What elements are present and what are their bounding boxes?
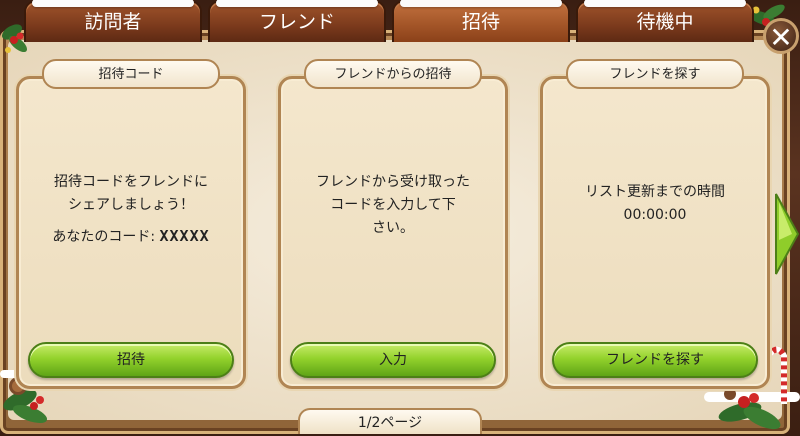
friend-invite-panel: フレンドからの招待 フレンドから受け取った コードを入力して下 さい。 入力 bbox=[278, 59, 508, 389]
page-indicator: 1/2ページ bbox=[298, 408, 482, 434]
tab-label: 訪問者 bbox=[84, 11, 142, 33]
message-line: リスト更新までの時間 bbox=[585, 184, 725, 200]
close-icon: ✕ bbox=[769, 21, 793, 54]
panel-message: リスト更新までの時間 00:00:00 bbox=[543, 181, 767, 227]
refresh-timer: 00:00:00 bbox=[623, 207, 687, 223]
find-friend-button[interactable]: フレンドを探す bbox=[552, 342, 758, 378]
tab-snow bbox=[400, 0, 562, 7]
panel-header: 招待コード bbox=[42, 59, 220, 89]
close-button[interactable]: ✕ bbox=[763, 18, 799, 54]
message-line: フレンドから受け取った bbox=[316, 174, 470, 190]
message-line: シェアしましょう！ bbox=[68, 197, 194, 213]
tab-snow bbox=[32, 0, 194, 7]
tab-snow bbox=[584, 0, 746, 7]
tab-label: フレンド bbox=[258, 11, 335, 33]
message-line: さい。 bbox=[372, 220, 414, 236]
tab-invite[interactable]: 招待 bbox=[392, 0, 570, 42]
tab-label: 招待 bbox=[461, 11, 500, 33]
tab-pending[interactable]: 待機中 bbox=[576, 0, 754, 42]
panel-header: フレンドからの招待 bbox=[304, 59, 482, 89]
message-line: コードを入力して下 bbox=[330, 197, 456, 213]
tab-bar: 訪問者 フレンド 招待 待機中 bbox=[24, 0, 754, 42]
panel-message: フレンドから受け取った コードを入力して下 さい。 bbox=[281, 171, 505, 240]
code-value: XXXXX bbox=[159, 227, 210, 245]
tab-visitors[interactable]: 訪問者 bbox=[24, 0, 202, 42]
invite-button[interactable]: 招待 bbox=[28, 342, 234, 378]
message-line: 招待コードをフレンドに bbox=[54, 174, 208, 190]
tab-snow bbox=[216, 0, 378, 7]
code-label: あなたのコード: bbox=[52, 229, 156, 245]
find-friend-panel: フレンドを探す リスト更新までの時間 00:00:00 フレンドを探す bbox=[540, 59, 770, 389]
tab-label: 待機中 bbox=[636, 11, 694, 33]
invite-code-panel: 招待コード 招待コードをフレンドに シェアしましょう！ あなたのコード: XXX… bbox=[16, 59, 246, 389]
tab-friends[interactable]: フレンド bbox=[208, 0, 386, 42]
code-row: あなたのコード: XXXXX bbox=[19, 225, 243, 249]
enter-code-button[interactable]: 入力 bbox=[290, 342, 496, 378]
next-page-arrow-icon[interactable] bbox=[774, 192, 800, 276]
panel-message: 招待コードをフレンドに シェアしましょう！ あなたのコード: XXXXX bbox=[19, 171, 243, 249]
panel-header: フレンドを探す bbox=[566, 59, 744, 89]
